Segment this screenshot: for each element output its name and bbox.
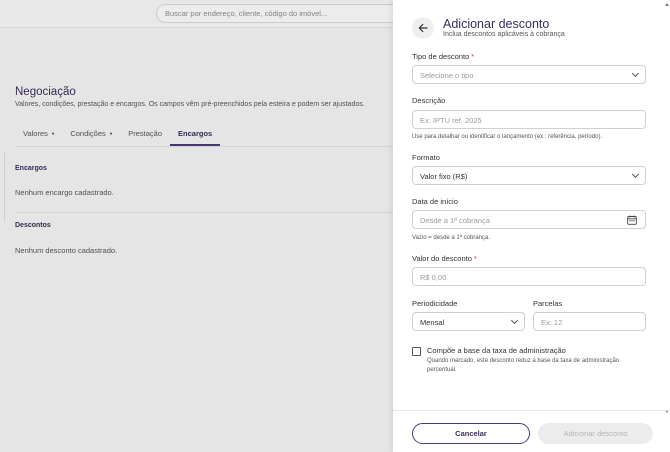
discount-type-select[interactable]: Selecione o tipo xyxy=(412,65,646,84)
drawer-title: Adicionar desconto xyxy=(443,17,550,31)
drawer-subtitle: Inclua descontos aplicáveis à cobrança xyxy=(443,31,565,38)
footer-divider xyxy=(393,410,670,411)
required-marker: * xyxy=(471,52,475,61)
start-date-placeholder: Desde a 1ª cobrança xyxy=(420,216,490,225)
start-date-label: Data de início xyxy=(412,197,458,206)
format-label: Formato xyxy=(412,153,440,162)
description-input[interactable]: Ex: IPTU ref. 2025 xyxy=(412,110,646,129)
installments-label: Parcelas xyxy=(533,299,563,308)
start-date-hint: Vazio = desde a 1ª cobrança. xyxy=(412,235,490,241)
periodicity-value: Mensal xyxy=(420,318,445,327)
discount-value-input[interactable]: R$ 0,00 xyxy=(412,267,646,286)
admin-fee-base-checkbox[interactable] xyxy=(412,347,421,356)
admin-fee-base-label[interactable]: Compõe a base da taxa de administração xyxy=(427,346,566,355)
chevron-down-icon xyxy=(510,316,519,325)
discount-type-label: Tipo de desconto * xyxy=(412,52,474,61)
discount-type-label-text: Tipo de desconto xyxy=(412,52,470,61)
description-hint: Use para detalhar ou identificar o lança… xyxy=(412,134,603,140)
format-select[interactable]: Valor fixo (R$) xyxy=(412,166,646,185)
start-date-input[interactable]: Desde a 1ª cobrança xyxy=(412,210,646,229)
chevron-down-icon xyxy=(631,69,640,78)
periodicity-select[interactable]: Mensal xyxy=(412,312,525,331)
description-label: Descrição xyxy=(412,96,446,105)
discount-type-placeholder: Selecione o tipo xyxy=(420,71,474,80)
chevron-down-icon xyxy=(631,170,640,179)
installments-input[interactable]: Ex: 12 xyxy=(533,312,646,331)
required-marker: * xyxy=(473,254,477,263)
arrow-left-icon xyxy=(418,23,428,33)
back-button[interactable] xyxy=(412,17,434,39)
periodicity-label: Periodicidade xyxy=(412,299,458,308)
add-discount-button[interactable]: Adicionar desconto xyxy=(538,423,653,444)
discount-value-placeholder: R$ 0,00 xyxy=(420,273,447,282)
calendar-icon[interactable] xyxy=(627,215,637,225)
description-placeholder: Ex: IPTU ref. 2025 xyxy=(420,116,482,125)
admin-fee-base-description: Quando marcado, este desconto reduz a ba… xyxy=(427,358,620,373)
discount-value-label-text: Valor do desconto xyxy=(412,254,472,263)
cancel-button[interactable]: Cancelar xyxy=(412,423,530,444)
scrollbar[interactable] xyxy=(664,0,670,418)
add-discount-drawer: Adicionar desconto Inclua descontos apli… xyxy=(393,0,670,452)
scroll-up-arrow-icon[interactable] xyxy=(665,3,669,6)
discount-value-label: Valor do desconto * xyxy=(412,254,477,263)
format-value: Valor fixo (R$) xyxy=(420,172,468,181)
installments-placeholder: Ex: 12 xyxy=(541,318,563,327)
